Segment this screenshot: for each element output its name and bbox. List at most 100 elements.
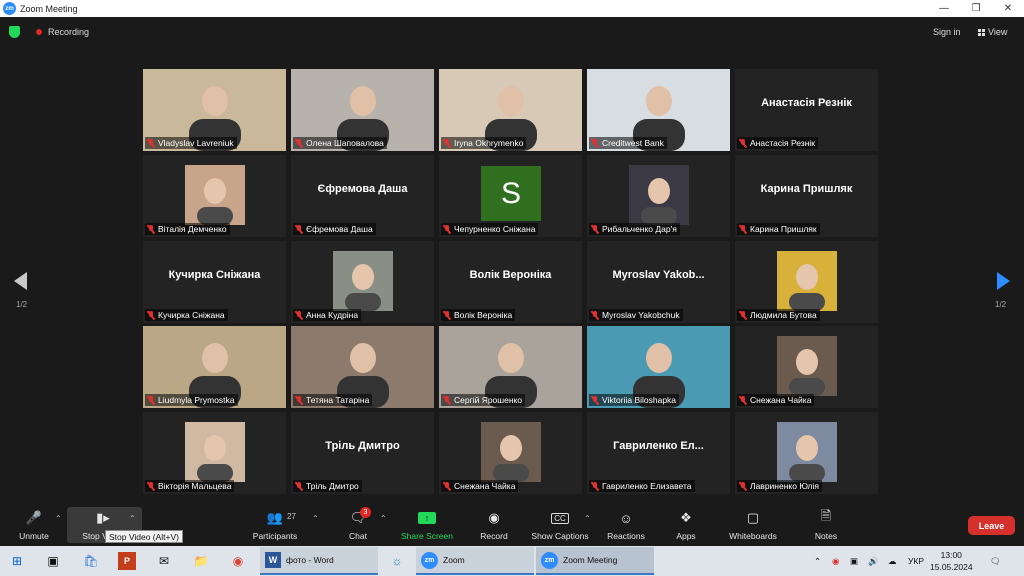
participant-tile[interactable]: Олена Шаповалова [291, 69, 434, 151]
participant-display-name: Кучирка Сніжана [168, 269, 261, 281]
captions-caret-icon[interactable]: ⌃ [584, 514, 591, 523]
language-indicator[interactable]: УКР [908, 556, 924, 566]
show-hidden-icons-caret-icon[interactable]: ⌃ [814, 556, 821, 567]
close-icon[interactable]: ✕ [992, 0, 1024, 17]
share-screen-button[interactable]: ↑ Share Screen [398, 505, 456, 544]
participant-name-label: Лавриненко Юлія [737, 480, 822, 492]
meeting-topbar: Recording Sign in View [0, 17, 1024, 45]
mail-icon[interactable]: ✉ [155, 552, 173, 570]
powerpoint-icon[interactable]: P [118, 552, 136, 570]
participant-tile[interactable]: Creditwest Bank [587, 69, 730, 151]
minimize-icon[interactable]: — [928, 0, 960, 17]
participant-tile[interactable]: S Чепурненко Сніжана [439, 155, 582, 237]
video-options-caret-icon[interactable]: ⌃ [129, 514, 136, 523]
muted-mic-icon [295, 481, 303, 491]
participant-tile[interactable]: Карина Пришляк Карина Пришляк [735, 155, 878, 237]
participant-name-label: Єфремова Даша [293, 223, 376, 235]
participant-tile[interactable]: Myroslav Yakob... Myroslav Yakobchuk [587, 241, 730, 323]
participant-tile[interactable]: Снежана Чайка [439, 412, 582, 494]
participant-tile[interactable]: Iryna Okhrymenko [439, 69, 582, 151]
muted-mic-icon [443, 395, 451, 405]
restore-icon[interactable]: ❐ [960, 0, 992, 17]
participants-caret-icon[interactable]: ⌃ [312, 514, 319, 523]
participant-name-label: Iryna Okhrymenko [441, 137, 527, 149]
sign-in-button[interactable]: Sign in [933, 27, 961, 37]
participant-name-label: Гавриленко Елизавета [589, 480, 695, 492]
windows-start-icon[interactable]: ⊞ [8, 552, 26, 570]
participant-name: Лавриненко Юлія [750, 481, 819, 491]
participants-button[interactable]: 👥 Participants [248, 505, 302, 544]
edge-icon[interactable]: ☼ [388, 552, 406, 570]
network-icon[interactable]: ▣ [850, 556, 858, 567]
notifications-icon[interactable]: 🗨 [990, 556, 1001, 567]
participant-tile[interactable]: Віталія Демченко [143, 155, 286, 237]
taskbar-clock[interactable]: 13:00 15.05.2024 [930, 549, 973, 573]
participant-name: Людмила Бутова [750, 310, 817, 320]
participant-display-name: Myroslav Yakob... [612, 269, 705, 281]
taskbar-zoom-app[interactable]: zm Zoom [416, 547, 534, 575]
notes-button[interactable]: 🗎 Notes [806, 505, 846, 544]
audio-options-caret-icon[interactable]: ⌃ [55, 514, 62, 523]
participant-tile[interactable]: Вікторія Мальцева [143, 412, 286, 494]
participant-tile[interactable]: Viktoriia Biloshapka [587, 326, 730, 408]
security-shield-icon[interactable] [9, 26, 20, 38]
participant-tile[interactable]: Анна Кудріна [291, 241, 434, 323]
task-view-icon[interactable]: ▣ [44, 552, 62, 570]
store-bag-icon[interactable]: 🛍 [82, 552, 100, 570]
record-icon: ◉ [488, 510, 500, 525]
participant-tile[interactable]: Волік Вероніка Волік Вероніка [439, 241, 582, 323]
apps-button[interactable]: ❖ Apps [666, 505, 706, 544]
participant-tile[interactable]: Анастасія Резнік Анастасія Резнік [735, 69, 878, 151]
participant-name-label: Снежана Чайка [441, 480, 519, 492]
participant-tile[interactable]: Кучирка Сніжана Кучирка Сніжана [143, 241, 286, 323]
participant-name: Liudmyla Prymostka [158, 395, 235, 405]
view-button[interactable]: View [978, 27, 1007, 37]
previous-page-arrow-icon[interactable] [14, 272, 27, 290]
participant-tile[interactable]: Снежана Чайка [735, 326, 878, 408]
record-button[interactable]: ◉ Record [474, 505, 514, 544]
participant-tile[interactable]: Сергій Ярошенко [439, 326, 582, 408]
volume-icon[interactable]: 🔊 [868, 556, 879, 567]
reactions-button[interactable]: ☺ Reactions [602, 505, 650, 544]
participant-name: Iryna Okhrymenko [454, 138, 524, 148]
participants-label: Participants [252, 531, 298, 541]
taskbar-word-app[interactable]: W фото - Word [260, 547, 378, 575]
participant-name-label: Рибальченко Дар'я [589, 223, 680, 235]
participant-name-label: Снежана Чайка [737, 394, 815, 406]
participant-tile[interactable]: Єфремова Даша Єфремова Даша [291, 155, 434, 237]
muted-mic-icon [739, 224, 747, 234]
participant-tile[interactable]: Лавриненко Юлія [735, 412, 878, 494]
taskbar-zoom-meeting-app[interactable]: zm Zoom Meeting [536, 547, 654, 575]
participant-tile[interactable]: Liudmyla Prymostka [143, 326, 286, 408]
muted-mic-icon [739, 310, 747, 320]
show-captions-button[interactable]: CC Show Captions [528, 505, 592, 544]
file-explorer-icon[interactable]: 📁 [192, 552, 210, 570]
participant-tile[interactable]: Людмила Бутова [735, 241, 878, 323]
participant-photo [333, 251, 393, 311]
chat-caret-icon[interactable]: ⌃ [380, 514, 387, 523]
participant-name-label: Viktoriia Biloshapka [589, 394, 680, 406]
participant-tile[interactable]: Гавриленко Ел... Гавриленко Елизавета [587, 412, 730, 494]
unmute-button[interactable]: 🎤 Unmute [14, 505, 54, 544]
chrome-icon[interactable]: ◉ [229, 552, 247, 570]
zoom-tray-icon[interactable]: ◉ [832, 556, 839, 567]
participant-tile[interactable]: Тріль Дмитро Тріль Дмитро [291, 412, 434, 494]
participant-name-label: Vladyslav Lavreniuk [145, 137, 237, 149]
chat-button[interactable]: 🗨 Chat [338, 505, 378, 544]
recording-dot-icon [36, 29, 42, 35]
participant-name: Myroslav Yakobchuk [602, 310, 680, 320]
participant-name-label: Сергій Ярошенко [441, 394, 526, 406]
clock-time: 13:00 [940, 550, 962, 560]
whiteboards-button[interactable]: ▢ Whiteboards [724, 505, 782, 544]
participant-tile[interactable]: Тетяна Татаріна [291, 326, 434, 408]
leave-button[interactable]: Leave [968, 516, 1015, 535]
participant-display-name: Волік Вероніка [469, 269, 552, 281]
participants-count: 27 [287, 512, 296, 521]
window-titlebar: zm Zoom Meeting — ❐ ✕ [0, 0, 1024, 17]
next-page-arrow-icon[interactable] [997, 272, 1010, 290]
participant-name-label: Анна Кудріна [293, 309, 362, 321]
participant-tile[interactable]: Рибальченко Дар'я [587, 155, 730, 237]
recording-label[interactable]: Recording [48, 27, 89, 37]
participant-tile[interactable]: Vladyslav Lavreniuk [143, 69, 286, 151]
onedrive-icon[interactable]: ☁ [888, 556, 897, 567]
